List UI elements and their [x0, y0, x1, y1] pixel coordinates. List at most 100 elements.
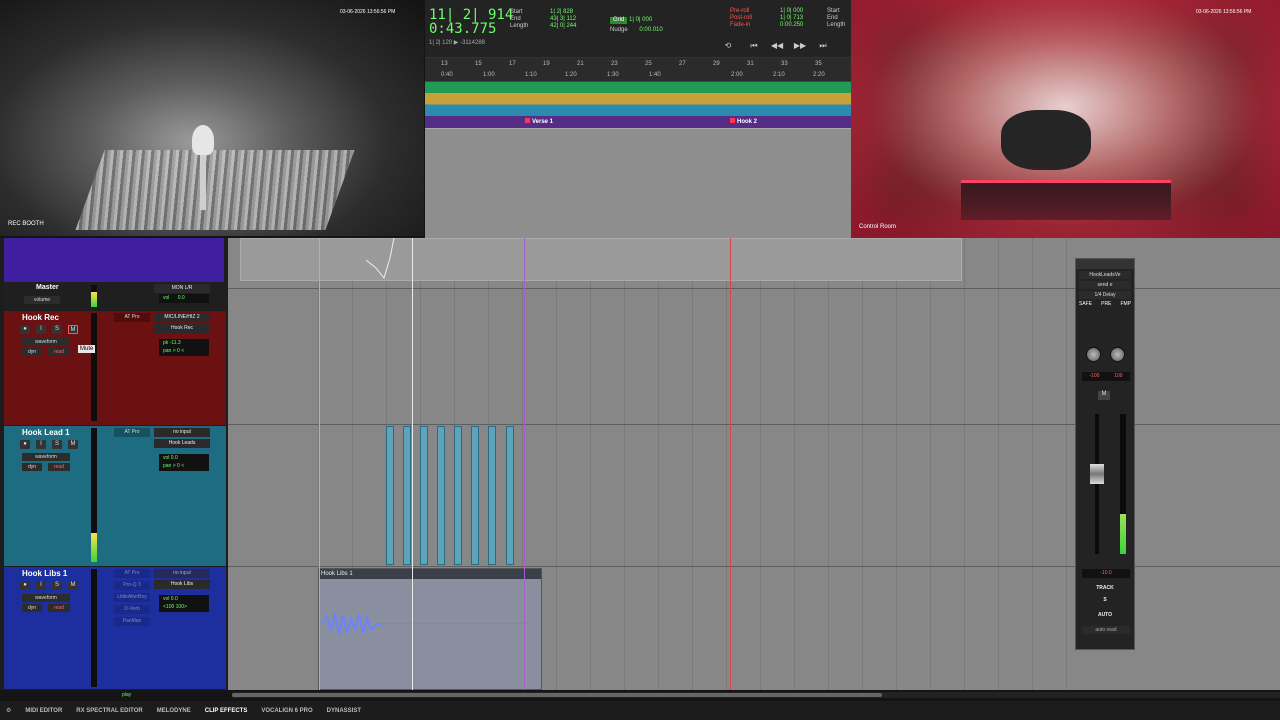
- track-view-select[interactable]: waveform: [22, 453, 70, 461]
- track-hook-libs-1[interactable]: Hook Libs 1 ● I S M waveform dyn read AT…: [4, 567, 226, 689]
- auto-mode-select[interactable]: auto read: [1082, 626, 1130, 634]
- play-status: play: [122, 692, 132, 698]
- insert-slot-3[interactable]: LittleAlterBoy: [114, 593, 150, 602]
- playlist-select[interactable]: dyn: [22, 348, 42, 356]
- playhead-cursor[interactable]: [412, 238, 413, 690]
- output-flags[interactable]: SAFE PRE FMP: [1079, 301, 1131, 307]
- insert-slot[interactable]: AT Pro: [114, 313, 150, 322]
- tab-vocalign-6-pro[interactable]: VOCALIGN 6 PRO: [261, 708, 312, 714]
- master-track-name[interactable]: Master: [36, 284, 59, 291]
- master-track[interactable]: Master volume MON L/R vol 0.0: [4, 282, 226, 310]
- input-monitor-button[interactable]: I: [36, 581, 46, 590]
- track-header-band: [4, 238, 224, 282]
- output-select[interactable]: Hook Libs: [154, 580, 210, 589]
- settings-icon[interactable]: ⚙: [6, 707, 11, 714]
- output-window[interactable]: HookLeadsVe send e 1/4 Delay SAFE PRE FM…: [1075, 258, 1135, 650]
- track-view-select[interactable]: waveform: [22, 338, 70, 346]
- selection-values[interactable]: 1| 2| 828 43| 3| 112 42| 0| 244: [550, 9, 576, 30]
- transport-bar: 11| 2| 914 0:43.775 1| 2| 120 ▶ -3114288…: [425, 0, 851, 58]
- output-window-titlebar[interactable]: [1076, 259, 1134, 269]
- go-to-end-icon[interactable]: ⏭: [816, 41, 830, 51]
- output-select[interactable]: Hook Leads: [154, 439, 210, 448]
- record-arm-button[interactable]: ●: [20, 581, 30, 590]
- timeline-ruler[interactable]: 13 15 17 19 21 23 25 27 29 31 33 35 0:40…: [425, 58, 851, 82]
- fader-track: [1095, 414, 1099, 554]
- input-select[interactable]: no input: [154, 569, 210, 578]
- record-arm-button[interactable]: ●: [20, 440, 30, 449]
- tab-melodyne[interactable]: MELODYNE: [157, 708, 191, 714]
- automation-mode[interactable]: read: [48, 604, 70, 612]
- preroll-values[interactable]: 1| 0| 000 1| 0| 713 0:00.250: [780, 8, 803, 29]
- main-counter[interactable]: 11| 2| 914 0:43.775: [429, 8, 513, 36]
- track-hook-lead-1[interactable]: Hook Lead 1 ● I S M waveform dyn read AT…: [4, 426, 226, 566]
- output-send-select[interactable]: send e: [1079, 281, 1131, 289]
- output-volume-display[interactable]: -10.0: [1082, 569, 1130, 578]
- master-output[interactable]: MON L/R: [154, 284, 210, 293]
- grid-button[interactable]: Grid: [610, 17, 628, 24]
- edit-window-upper[interactable]: [425, 128, 851, 238]
- pan-right-knob[interactable]: [1110, 347, 1125, 362]
- pan-left-knob[interactable]: [1086, 347, 1101, 362]
- hook-lead-clips[interactable]: [386, 426, 516, 565]
- input-select[interactable]: MIC/LINE/HIZ 2: [154, 313, 210, 322]
- vol-pan-display[interactable]: vol 0.0 <100 100>: [159, 595, 209, 612]
- playlist-select[interactable]: dyn: [22, 604, 42, 612]
- master-meter: [91, 285, 97, 307]
- grid-nudge[interactable]: Grid 1| 0| 000 Nudge 0:00.010: [610, 17, 663, 34]
- safe-button[interactable]: SAFE: [1079, 301, 1092, 307]
- track-view-select[interactable]: waveform: [22, 594, 70, 602]
- pre-button[interactable]: PRE: [1101, 301, 1111, 307]
- return-to-zero-icon[interactable]: ⏮: [747, 41, 761, 51]
- insert-slot[interactable]: AT Pro: [114, 428, 150, 437]
- hook-libs-clip[interactable]: Hook Libs 1: [318, 568, 542, 690]
- vol-pan-display[interactable]: pk -11.3 pan > 0 <: [159, 339, 209, 356]
- tab-rx-spectral-editor[interactable]: RX SPECTRAL EDITOR: [76, 708, 142, 714]
- mute-button[interactable]: M: [68, 440, 78, 449]
- vol-pan-display[interactable]: vol 0.0 pan > 0 <: [159, 454, 209, 471]
- insert-slot-2[interactable]: Pro-Q 3: [114, 581, 150, 590]
- marker-hook-2[interactable]: Hook 2: [730, 118, 757, 125]
- fmp-button[interactable]: FMP: [1120, 301, 1131, 307]
- track-name[interactable]: Hook Libs 1: [22, 569, 67, 578]
- output-track-select[interactable]: HookLeadsVe: [1079, 271, 1131, 279]
- output-select[interactable]: Hook Rec: [154, 324, 210, 333]
- tab-midi-editor[interactable]: MIDI EDITOR: [25, 708, 62, 714]
- marker-ruler[interactable]: Verse 1 Hook 2: [425, 116, 851, 128]
- track-name[interactable]: Hook Lead 1: [22, 428, 70, 437]
- loop-icon[interactable]: ⟲: [721, 41, 735, 51]
- volume-fader[interactable]: [1090, 464, 1104, 484]
- fast-forward-icon[interactable]: ▶▶: [793, 41, 807, 51]
- marker-verse-1[interactable]: Verse 1: [525, 118, 553, 125]
- playlist-select[interactable]: dyn: [22, 463, 42, 471]
- mute-button[interactable]: M: [68, 581, 78, 590]
- insert-slot-1[interactable]: AT Pro: [114, 569, 150, 578]
- input-monitor-button[interactable]: I: [36, 325, 46, 334]
- automation-mode[interactable]: read: [48, 348, 70, 356]
- insert-slot-4[interactable]: D-Verb: [114, 605, 150, 614]
- track-label: TRACK: [1096, 585, 1114, 591]
- solo-button[interactable]: S: [52, 440, 62, 449]
- input-monitor-button[interactable]: I: [36, 440, 46, 449]
- insert-slot-5[interactable]: PanMan: [114, 617, 150, 626]
- mute-button[interactable]: M: [68, 325, 78, 334]
- solo-button[interactable]: S: [52, 325, 62, 334]
- master-view-select[interactable]: volume: [24, 296, 60, 304]
- tab-clip-effects[interactable]: CLIP EFFECTS: [205, 708, 248, 714]
- solo-button[interactable]: S: [52, 581, 62, 590]
- input-select[interactable]: no input: [154, 428, 210, 437]
- clip-master-region[interactable]: [240, 238, 962, 281]
- control-room-camera-feed: 03-06-2026 13:56:56 PM Control Room: [851, 0, 1280, 238]
- output-path-select[interactable]: 1/4 Delay: [1079, 291, 1131, 299]
- horizontal-scrollbar[interactable]: [232, 692, 1280, 698]
- track-hook-rec[interactable]: Hook Rec ● I S M waveform dyn read AT Pr…: [4, 311, 226, 425]
- output-mute-button[interactable]: M: [1098, 391, 1110, 400]
- track-color-band: [425, 82, 851, 116]
- tab-dynassist[interactable]: DYNASSIST: [327, 708, 361, 714]
- record-arm-button[interactable]: ●: [20, 325, 30, 334]
- track-name[interactable]: Hook Rec: [22, 313, 59, 322]
- rewind-icon[interactable]: ◀◀: [770, 41, 784, 51]
- automation-mode[interactable]: read: [48, 463, 70, 471]
- rec-booth-camera-feed: 03-06-2026 13:56:56 PM REC BOOTH: [0, 0, 424, 236]
- preroll-labels[interactable]: Pre-roll Post-roll Fade-in: [730, 8, 752, 29]
- master-vol-display[interactable]: vol 0.0: [159, 294, 209, 303]
